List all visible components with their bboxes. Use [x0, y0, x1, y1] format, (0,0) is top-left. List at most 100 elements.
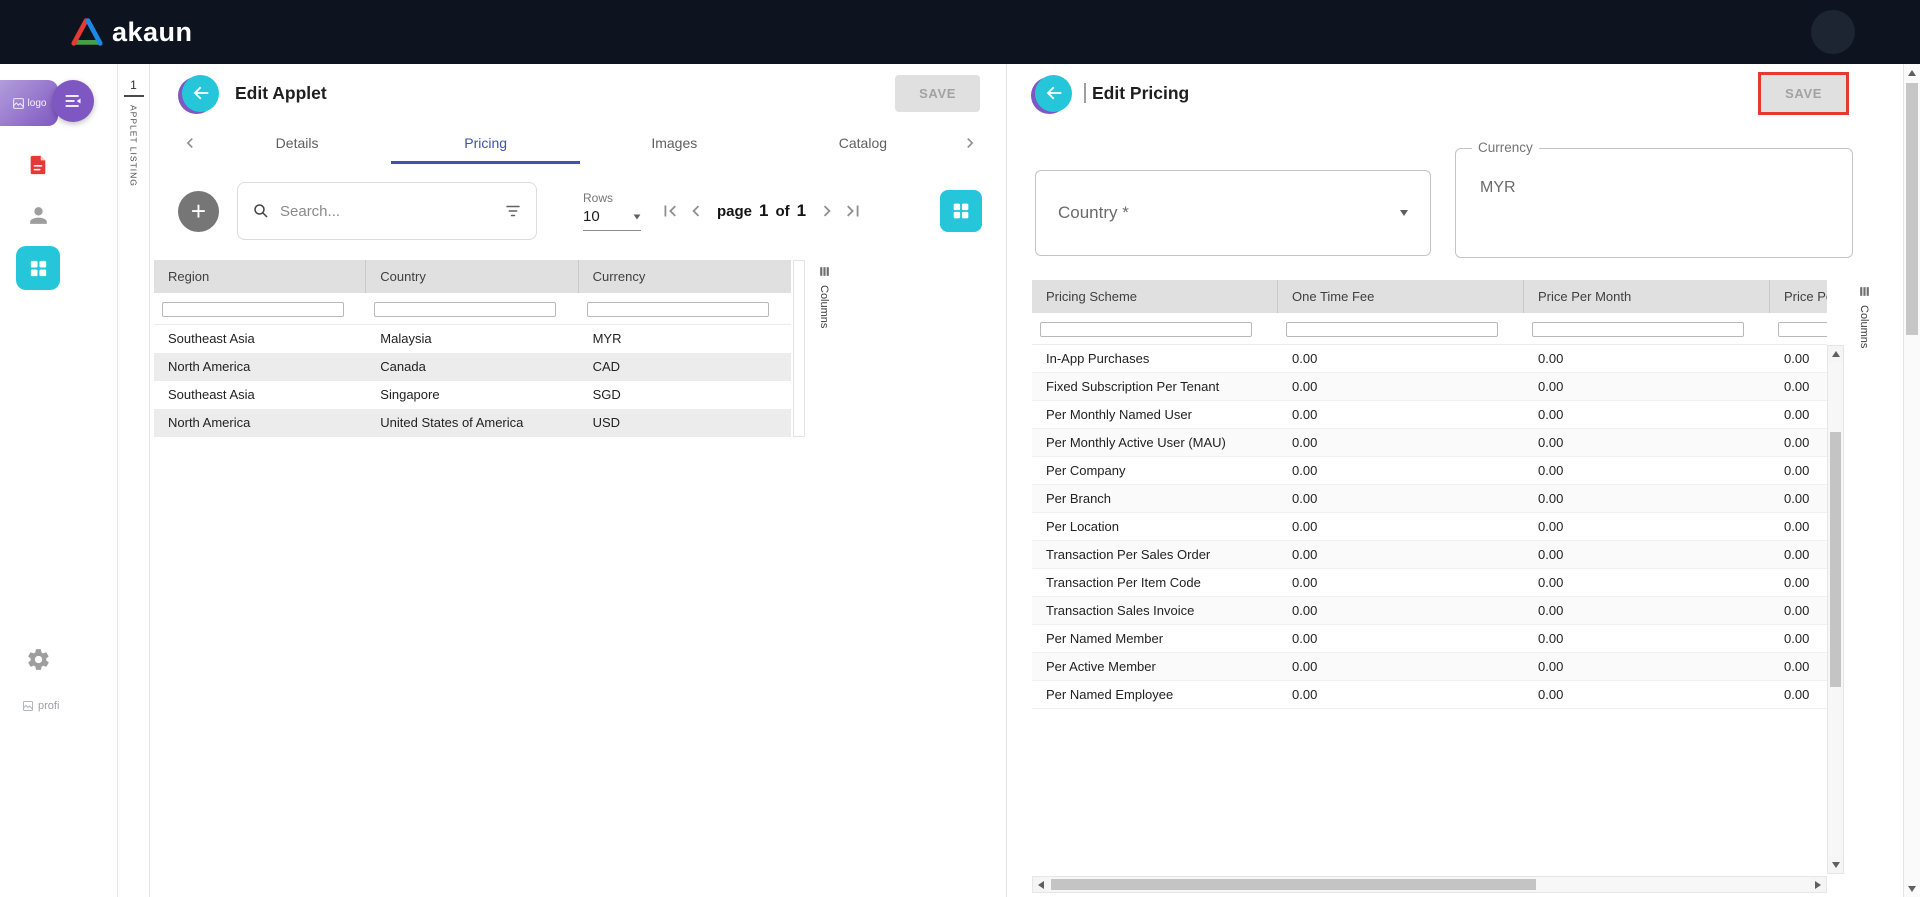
pricing-row[interactable]: Per Location 0.00 0.00 0.00: [1032, 513, 1827, 541]
scroll-left-button[interactable]: [1033, 877, 1049, 892]
region-filter-input[interactable]: [162, 302, 344, 317]
currency-field[interactable]: Currency MYR: [1455, 148, 1853, 258]
tab-details[interactable]: Details: [203, 122, 392, 164]
scroll-right-button[interactable]: [1810, 877, 1826, 892]
currency-filter-input[interactable]: [587, 302, 769, 317]
cell-price-4: 0.00: [1770, 653, 1827, 680]
pricing-row[interactable]: Per Active Member 0.00 0.00 0.00: [1032, 653, 1827, 681]
cell-currency: CAD: [579, 353, 791, 381]
chevron-right-icon: [960, 133, 980, 153]
scroll-up-button[interactable]: [1828, 346, 1843, 362]
cell-one-time-fee: 0.00: [1278, 429, 1524, 456]
tabs-scroll-left-button[interactable]: [178, 130, 203, 156]
of-word: of: [775, 203, 789, 220]
sidebar-toggle-button[interactable]: [52, 80, 94, 122]
cell-scheme: Per Monthly Active User (MAU): [1032, 429, 1278, 456]
pricing-row[interactable]: Per Company 0.00 0.00 0.00: [1032, 457, 1827, 485]
region-table-zone: Region Country Currency Southeast Asia M…: [154, 260, 835, 437]
next-page-button[interactable]: [814, 198, 840, 224]
scroll-down-button[interactable]: [1828, 857, 1843, 873]
price-per-month-filter-input[interactable]: [1532, 322, 1744, 337]
sidebar-profile-image[interactable]: profi: [16, 700, 117, 712]
save-button[interactable]: SAVE: [1761, 75, 1846, 112]
last-page-button[interactable]: [840, 198, 866, 224]
cell-price-4: 0.00: [1770, 373, 1827, 400]
last-page-icon: [842, 200, 864, 222]
scroll-down-button[interactable]: [1904, 880, 1920, 897]
search-input[interactable]: [280, 203, 494, 220]
pricing-row[interactable]: In-App Purchases 0.00 0.00 0.00: [1032, 345, 1827, 373]
country-filter-input[interactable]: [374, 302, 556, 317]
scrollbar-thumb[interactable]: [1051, 879, 1536, 890]
cell-currency: USD: [579, 409, 791, 437]
save-button[interactable]: SAVE: [895, 75, 980, 112]
currency-field-label: Currency: [1472, 140, 1539, 155]
sidebar-logo-image[interactable]: logo: [0, 80, 58, 126]
tab-catalog[interactable]: Catalog: [769, 122, 958, 164]
brand-logo[interactable]: akaun: [70, 17, 193, 48]
scrollbar-track[interactable]: [1828, 362, 1843, 857]
price-4-filter-input[interactable]: [1778, 322, 1827, 337]
rows-per-page-control: Rows 10: [583, 191, 641, 231]
pricing-row[interactable]: Fixed Subscription Per Tenant 0.00 0.00 …: [1032, 373, 1827, 401]
pricing-row[interactable]: Transaction Per Sales Order 0.00 0.00 0.…: [1032, 541, 1827, 569]
logo-alt-text: logo: [28, 98, 47, 109]
topbar: akaun: [0, 0, 1920, 64]
columns-toggle[interactable]: Columns: [1853, 280, 1875, 348]
edit-pricing-panel: Edit Pricing SAVE Country * Currency MYR…: [1007, 64, 1903, 897]
scrollbar-thumb[interactable]: [1830, 432, 1841, 687]
sidebar-item-profile[interactable]: [16, 196, 60, 234]
add-button[interactable]: +: [178, 191, 219, 232]
arrow-left-icon: [190, 82, 212, 104]
applet-tab-label: APPLET LISTING: [129, 105, 139, 187]
scroll-up-button[interactable]: [1904, 64, 1920, 81]
triangle-left-icon: [1038, 881, 1044, 889]
sidebar-item-settings[interactable]: [16, 640, 60, 678]
cell-country: Malaysia: [366, 325, 578, 353]
country-select[interactable]: Country *: [1035, 170, 1431, 256]
pricing-row[interactable]: Per Named Employee 0.00 0.00 0.00: [1032, 681, 1827, 709]
applet-listing-tab[interactable]: 1 APPLET LISTING: [118, 64, 150, 897]
pricing-row[interactable]: Transaction Per Item Code 0.00 0.00 0.00: [1032, 569, 1827, 597]
page-title: Edit Pricing: [1092, 83, 1189, 104]
table-scrollbar-track[interactable]: [793, 260, 805, 437]
first-page-button[interactable]: [657, 198, 683, 224]
rows-select[interactable]: 10: [583, 208, 641, 231]
sidebar-items: [0, 146, 117, 290]
sidebar-item-applet-store[interactable]: [16, 146, 60, 184]
pricing-horizontal-scrollbar: [1032, 876, 1827, 893]
scrollbar-track[interactable]: [1049, 877, 1810, 892]
title-divider: [1084, 83, 1086, 103]
page-indicator: page 1 of 1: [717, 201, 806, 221]
sidebar-item-applets[interactable]: [16, 246, 60, 290]
pricing-scheme-filter-input[interactable]: [1040, 322, 1252, 337]
pricing-row[interactable]: Per Monthly Named User 0.00 0.00 0.00: [1032, 401, 1827, 429]
table-filter-row: [154, 293, 791, 325]
user-avatar[interactable]: [1811, 10, 1855, 54]
back-button[interactable]: [1035, 75, 1072, 112]
filter-button[interactable]: [504, 202, 522, 220]
column-header-price-per-month: Price Per Month: [1524, 280, 1770, 313]
tabs-scroll-right-button[interactable]: [957, 130, 982, 156]
triangle-up-icon: [1832, 351, 1840, 357]
grid-view-button[interactable]: [940, 190, 982, 232]
cell-price-per-month: 0.00: [1524, 429, 1770, 456]
scrollbar-thumb[interactable]: [1906, 83, 1918, 335]
cell-currency: MYR: [579, 325, 791, 353]
pricing-row[interactable]: Transaction Sales Invoice 0.00 0.00 0.00: [1032, 597, 1827, 625]
table-row[interactable]: North America United States of America U…: [154, 409, 791, 437]
pricing-row[interactable]: Per Monthly Active User (MAU) 0.00 0.00 …: [1032, 429, 1827, 457]
pricing-row[interactable]: Per Branch 0.00 0.00 0.00: [1032, 485, 1827, 513]
columns-toggle[interactable]: Columns: [813, 260, 835, 328]
arrow-left-icon: [1043, 82, 1065, 104]
tab-images[interactable]: Images: [580, 122, 769, 164]
table-row[interactable]: North America Canada CAD: [154, 353, 791, 381]
back-button[interactable]: [182, 75, 219, 112]
previous-page-button[interactable]: [683, 198, 709, 224]
pricing-row[interactable]: Per Named Member 0.00 0.00 0.00: [1032, 625, 1827, 653]
tab-pricing[interactable]: Pricing: [391, 122, 580, 164]
table-row[interactable]: Southeast Asia Singapore SGD: [154, 381, 791, 409]
one-time-fee-filter-input[interactable]: [1286, 322, 1498, 337]
cell-price-4: 0.00: [1770, 429, 1827, 456]
table-row[interactable]: Southeast Asia Malaysia MYR: [154, 325, 791, 353]
